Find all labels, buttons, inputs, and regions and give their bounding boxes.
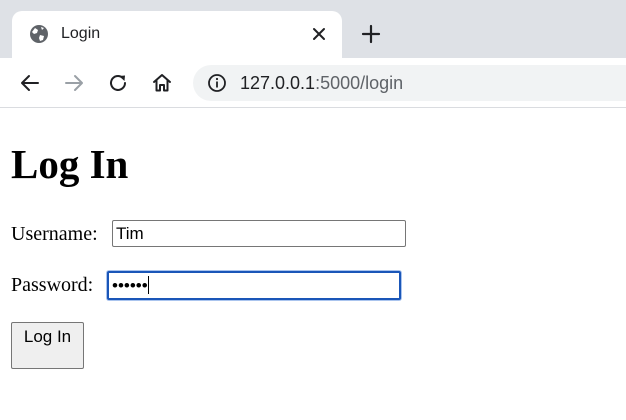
login-button[interactable]: Log In	[11, 322, 84, 369]
info-icon[interactable]	[207, 73, 227, 93]
home-icon[interactable]	[150, 71, 174, 95]
arrow-right-icon[interactable]	[62, 71, 86, 95]
browser-tab[interactable]: Login	[12, 11, 342, 58]
username-label: Username:	[11, 223, 98, 245]
url-text: 127.0.0.1:5000/login	[240, 73, 403, 93]
address-bar[interactable]: 127.0.0.1:5000/login	[193, 65, 626, 101]
toolbar-divider	[0, 107, 626, 108]
arrow-left-icon[interactable]	[18, 71, 42, 95]
url-host: 127.0.0.1	[240, 73, 316, 93]
reload-icon[interactable]	[106, 71, 130, 95]
username-field[interactable]: Tim	[112, 220, 406, 247]
tab-strip: Login	[0, 0, 626, 58]
globe-icon	[29, 24, 49, 44]
username-value: Tim	[116, 224, 144, 243]
plus-icon[interactable]	[360, 23, 382, 45]
text-caret	[147, 276, 149, 294]
password-label: Password:	[11, 274, 94, 296]
password-field[interactable]: ••••••	[107, 271, 401, 300]
login-button-label: Log In	[23, 327, 72, 346]
url-path: :5000/login	[315, 73, 404, 93]
page-title: Log In	[11, 141, 129, 187]
close-icon[interactable]	[309, 24, 329, 44]
password-value: ••••••	[112, 276, 148, 295]
tab-title: Login	[61, 25, 101, 42]
